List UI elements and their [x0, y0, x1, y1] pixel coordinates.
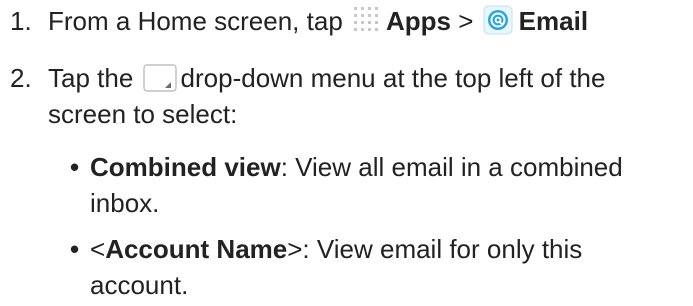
bullet-combined-view: • Combined view: View all email in a com…	[70, 149, 623, 221]
apps-label: Apps	[386, 6, 452, 36]
bullet-line-2: inbox.	[90, 188, 160, 218]
bullet-line-1: Combined view: View all email in a combi…	[90, 149, 623, 185]
separator: >	[458, 6, 474, 36]
bullet-description: : View all email in a combined	[280, 152, 623, 182]
bullet-suffix: >	[287, 234, 303, 264]
bullet-title: Combined view	[90, 152, 281, 182]
email-app-icon	[483, 5, 513, 35]
step-2: 2. Tap the drop-down menu at the top lef…	[0, 60, 693, 140]
bullet-description: : View email for only this	[302, 234, 583, 264]
step-2-body: Tap the drop-down menu at the top left o…	[48, 60, 605, 132]
step-1-text: From a Home screen, tap	[48, 6, 343, 36]
step-2-text-start: Tap the	[48, 63, 134, 93]
step-2-line-1: Tap the drop-down menu at the top left o…	[48, 60, 605, 96]
bullet-title: Account Name	[105, 234, 288, 264]
dropdown-menu-icon	[142, 64, 177, 92]
bullet-line-1: <Account Name>: View email for only this	[90, 231, 582, 267]
instructions-page: 1. From a Home screen, tap Apps > Email	[0, 0, 693, 306]
step-2-line-2: screen to select:	[48, 99, 238, 129]
email-label: Email	[518, 6, 589, 36]
step-1: 1. From a Home screen, tap Apps > Email	[0, 3, 588, 39]
bullet-account-name: • <Account Name>: View email for only th…	[70, 231, 582, 303]
bullet-prefix: <	[90, 234, 106, 264]
apps-grid-icon	[352, 5, 382, 35]
bullet-dot: •	[70, 234, 80, 264]
step-2-text-rest: drop-down menu at the top left of the	[180, 63, 606, 93]
bullet-dot: •	[70, 152, 80, 182]
bullet-line-2: account.	[90, 270, 189, 300]
step-number: 1.	[10, 6, 32, 36]
step-number: 2.	[10, 63, 32, 93]
